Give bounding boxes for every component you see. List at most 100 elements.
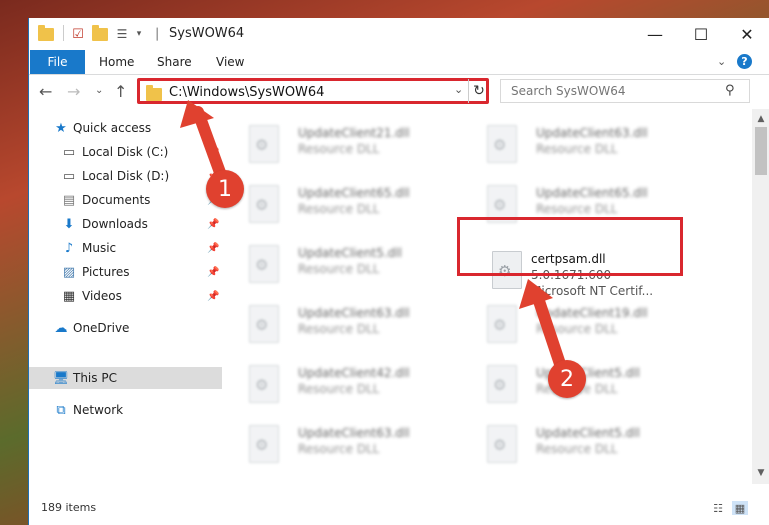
details-view-icon[interactable]: ☷ [710, 501, 726, 515]
dll-file-icon [249, 125, 279, 163]
document-icon: ▤ [62, 192, 76, 208]
back-arrow-icon[interactable]: ← [39, 82, 52, 101]
pin-icon[interactable]: 📌 [207, 243, 219, 254]
status-bar: 189 items ☷ ▦ [29, 484, 769, 525]
address-folder-icon [146, 85, 162, 101]
sidebar-item-quick-access[interactable]: ★ Quick access [29, 117, 222, 139]
video-icon: ▦ [62, 288, 76, 304]
file-name: UpdateClient63.dll [536, 126, 648, 140]
pin-icon[interactable]: 📌 [207, 291, 219, 302]
window-title: SysWOW64 [169, 26, 245, 41]
computer-icon: 🖥 [52, 370, 70, 386]
search-input[interactable] [509, 83, 713, 99]
properties-icon[interactable]: ☑ [69, 25, 87, 43]
up-arrow-icon[interactable]: ↑ [114, 82, 127, 101]
tab-file[interactable]: File [30, 50, 85, 74]
sidebar-item-local-disk-d[interactable]: ▭ Local Disk (D:) 📌 [29, 165, 222, 187]
file-name: UpdateClient5.dll [298, 246, 402, 260]
sidebar-item-this-pc[interactable]: 🖥 This PC [29, 367, 222, 389]
file-description: Microsoft NT Certif... [531, 284, 654, 298]
ribbon-expand-icon[interactable]: ⌄ [717, 55, 726, 68]
file-name: UpdateClient65.dll [298, 186, 410, 200]
refresh-icon[interactable]: ↻ [468, 79, 489, 103]
search-icon[interactable]: ⚲ [725, 83, 735, 98]
minimize-button[interactable]: — [632, 18, 678, 50]
star-icon: ★ [55, 120, 67, 136]
file-type: Resource DLL [298, 442, 380, 456]
sidebar-item-pictures[interactable]: ▨ Pictures 📌 [29, 261, 222, 283]
sidebar-item-label: Videos [82, 289, 122, 303]
file-item[interactable]: UpdateClient21.dll Resource DLL [222, 119, 450, 169]
title-bar: ☑ ☰ ▾ │ SysWOW64 — ☐ ✕ [29, 18, 769, 50]
new-folder-icon[interactable] [91, 24, 109, 43]
scroll-up-icon[interactable]: ▲ [752, 111, 769, 127]
tab-home[interactable]: Home [99, 50, 134, 74]
address-dropdown-icon[interactable]: ⌄ [454, 83, 463, 96]
file-type: Resource DLL [298, 262, 380, 276]
drive-icon: ▭ [62, 144, 76, 160]
recent-locations-icon[interactable]: ⌄ [95, 85, 103, 96]
sidebar-item-network[interactable]: ⧉ Network [29, 399, 222, 421]
file-item[interactable]: UpdateClient63.dll Resource DLL [222, 419, 450, 469]
dll-file-icon [249, 245, 279, 283]
file-item[interactable]: UpdateClient19.dll Resource DLL [460, 299, 688, 349]
file-item[interactable]: UpdateClient5.dll Resource DLL [460, 419, 688, 469]
file-item[interactable]: UpdateClient5.dll Resource DLL [222, 239, 450, 289]
file-item[interactable]: UpdateClient63.dll Resource DLL [460, 119, 688, 169]
dll-file-icon [487, 305, 517, 343]
view-options-icon[interactable]: ☰ [113, 25, 131, 43]
sidebar-item-videos[interactable]: ▦ Videos 📌 [29, 285, 222, 307]
file-name: UpdateClient65.dll [536, 186, 648, 200]
file-type: Resource DLL [298, 202, 380, 216]
sidebar-item-documents[interactable]: ▤ Documents 📌 [29, 189, 222, 211]
sidebar-item-label: Music [82, 241, 117, 255]
dll-file-icon [487, 425, 517, 463]
close-button[interactable]: ✕ [724, 18, 769, 50]
maximize-button[interactable]: ☐ [678, 18, 724, 50]
sidebar-item-label: Documents [82, 193, 151, 207]
navigation-pane: ★ Quick access ▭ Local Disk (C:) 📌 ▭ Loc… [29, 113, 222, 483]
file-name: UpdateClient19.dll [536, 306, 648, 320]
toolbar-expander-icon[interactable]: │ [151, 25, 163, 43]
sidebar-item-label: Pictures [82, 265, 130, 279]
ribbon: File Home Share View ⌄ ? [29, 50, 769, 75]
cloud-icon: ☁ [54, 320, 68, 336]
pin-icon[interactable]: 📌 [207, 267, 219, 278]
search-box[interactable]: ⚲ [500, 79, 750, 103]
forward-arrow-icon[interactable]: → [67, 82, 80, 101]
dll-file-icon [249, 305, 279, 343]
download-icon: ⬇ [63, 216, 75, 232]
navigation-bar: ← → ⌄ ↑ C:\Windows\SysWOW64 ⌄ ↻ ⚲ [29, 75, 769, 109]
customize-toolbar-icon[interactable]: ▾ [133, 25, 145, 43]
tab-share[interactable]: Share [157, 50, 192, 74]
help-icon[interactable]: ? [737, 54, 752, 69]
file-name: UpdateClient21.dll [298, 126, 410, 140]
vertical-scrollbar[interactable]: ▲ ▼ [752, 109, 769, 484]
file-name: UpdateClient5.dll [536, 426, 640, 440]
sidebar-item-music[interactable]: ♪ Music 📌 [29, 237, 222, 259]
file-item[interactable]: UpdateClient65.dll Resource DLL [222, 179, 450, 229]
file-type: Resource DLL [298, 142, 380, 156]
file-item[interactable]: UpdateClient42.dll Resource DLL [222, 359, 450, 409]
file-highlight-box [457, 217, 683, 276]
file-name: UpdateClient42.dll [298, 366, 410, 380]
pin-icon[interactable]: 📌 [207, 147, 219, 158]
sidebar-item-downloads[interactable]: ⬇ Downloads 📌 [29, 213, 222, 235]
scroll-down-icon[interactable]: ▼ [752, 465, 769, 481]
file-list: UpdateClient21.dll Resource DLL UpdateCl… [222, 109, 752, 484]
tab-view[interactable]: View [216, 50, 244, 74]
dll-file-icon [487, 365, 517, 403]
sidebar-item-label: Downloads [82, 217, 148, 231]
scrollbar-thumb[interactable] [755, 127, 767, 175]
address-bar[interactable]: C:\Windows\SysWOW64 ⌄ ↻ [137, 78, 489, 104]
sidebar-item-onedrive[interactable]: ☁ OneDrive [29, 317, 222, 339]
tiles-view-icon[interactable]: ▦ [732, 501, 748, 515]
dll-file-icon [249, 365, 279, 403]
folder-icon [37, 24, 55, 43]
pin-icon[interactable]: 📌 [207, 219, 219, 230]
dll-file-icon [487, 125, 517, 163]
dll-file-icon [249, 185, 279, 223]
file-item[interactable]: UpdateClient63.dll Resource DLL [222, 299, 450, 349]
sidebar-item-local-disk-c[interactable]: ▭ Local Disk (C:) 📌 [29, 141, 222, 163]
address-path[interactable]: C:\Windows\SysWOW64 [169, 85, 324, 100]
